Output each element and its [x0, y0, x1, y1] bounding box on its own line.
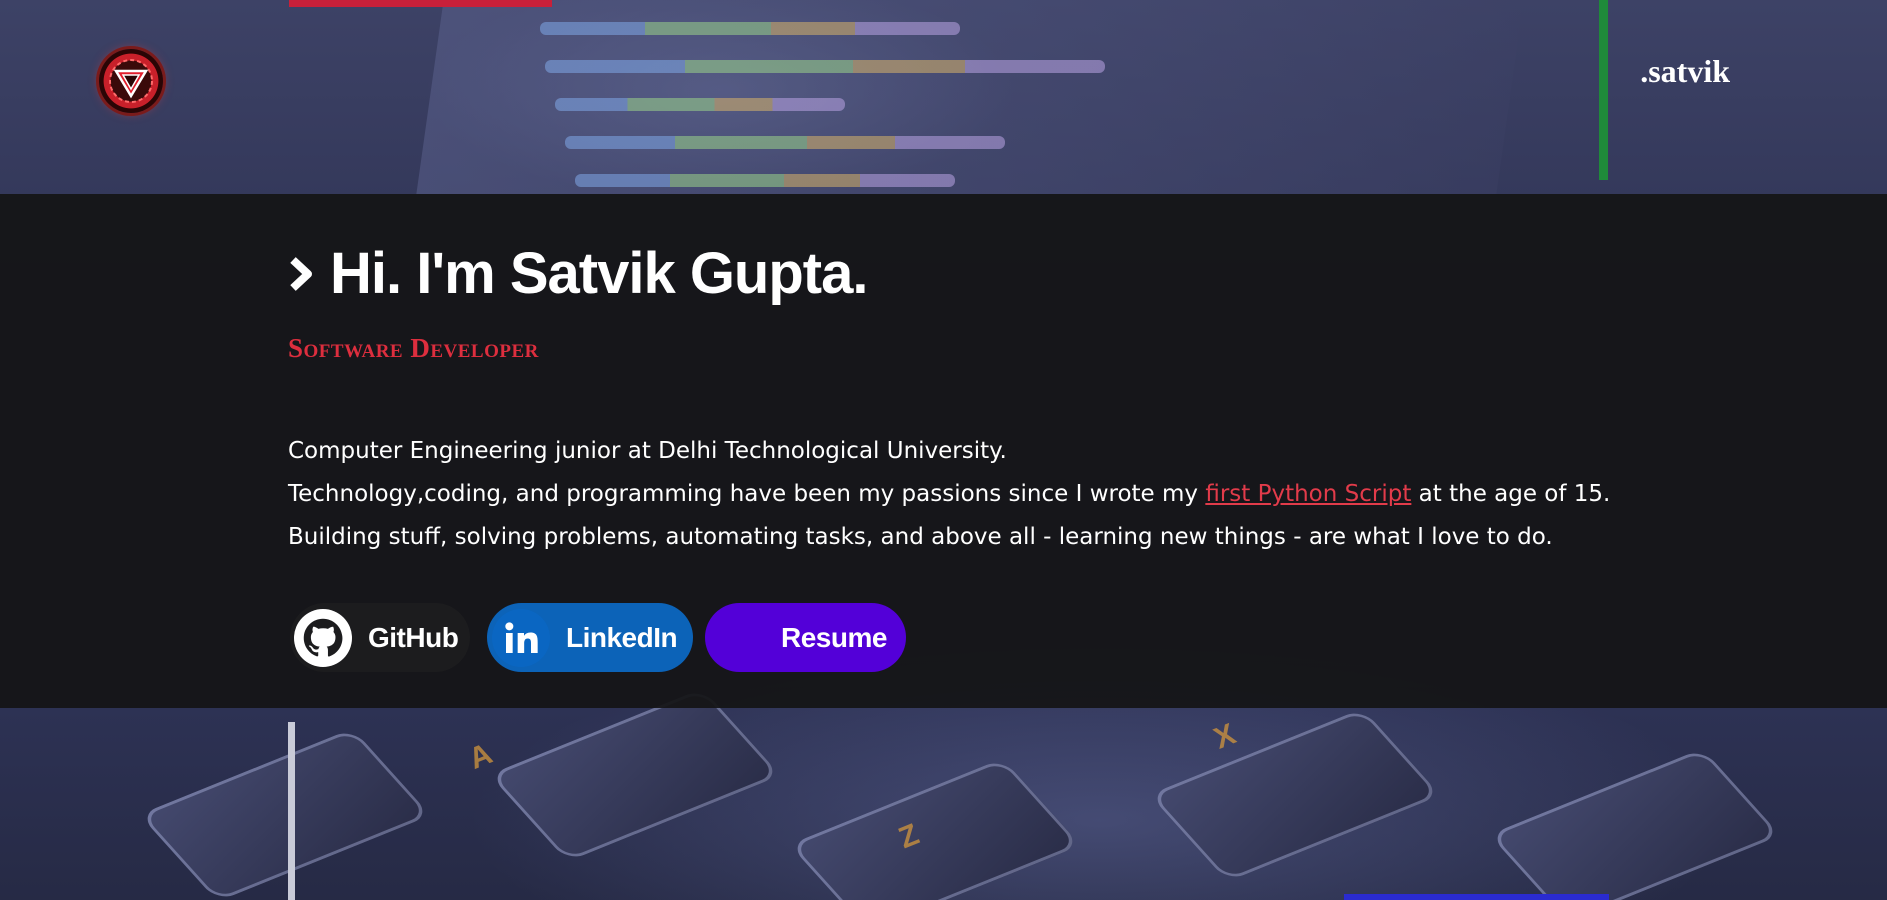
- github-button[interactable]: GitHub: [290, 603, 470, 672]
- background-code-line: [545, 60, 1105, 73]
- background-code-line: [540, 22, 960, 35]
- linkedin-icon: [492, 608, 550, 667]
- background-key: [789, 758, 1081, 900]
- logo-triangle-icon: [109, 59, 153, 103]
- background-code-line: [565, 136, 1005, 149]
- background-code-line: [575, 174, 955, 187]
- chevron-right-icon: [290, 256, 312, 291]
- background-key-letter: A: [464, 737, 497, 776]
- background-key: [139, 728, 431, 900]
- github-icon: [294, 608, 352, 667]
- brand-link[interactable]: .satvik: [1640, 53, 1730, 90]
- github-button-label: GitHub: [368, 621, 459, 653]
- hero-title-text: Hi. I'm Satvik Gupta.: [330, 241, 868, 306]
- accent-bar-red: [289, 0, 552, 7]
- linkedin-button-label: LinkedIn: [566, 621, 678, 653]
- python-script-link[interactable]: first Python Script: [1205, 481, 1411, 507]
- background-key: [1149, 708, 1441, 882]
- arc-reactor-icon[interactable]: [99, 49, 163, 113]
- resume-button[interactable]: Resume: [705, 603, 906, 672]
- linkedin-button[interactable]: LinkedIn: [487, 603, 693, 672]
- hero-subtitle: Software Developer: [288, 333, 539, 363]
- bio-line-2-start: Technology,coding, and programming have …: [288, 481, 1206, 507]
- background-key: [489, 688, 781, 862]
- resume-button-label: Resume: [781, 621, 887, 653]
- background-key-letter: X: [1209, 717, 1241, 756]
- accent-bar-green: [1599, 0, 1608, 180]
- background-key: [1489, 748, 1781, 900]
- background-code-line: [555, 98, 845, 111]
- bio-line-2-end: at the age of 15.: [1411, 481, 1611, 507]
- page-title: Hi. I'm Satvik Gupta.: [288, 240, 868, 307]
- hero-bio: Computer Engineering junior at Delhi Tec…: [288, 430, 1610, 559]
- bio-line-3: Building stuff, solving problems, automa…: [288, 524, 1553, 550]
- accent-bar-blue: [1344, 894, 1609, 900]
- accent-bar-white: [288, 722, 295, 900]
- bio-line-1: Computer Engineering junior at Delhi Tec…: [288, 438, 1007, 464]
- bio-line-2: Technology,coding, and programming have …: [288, 473, 1610, 516]
